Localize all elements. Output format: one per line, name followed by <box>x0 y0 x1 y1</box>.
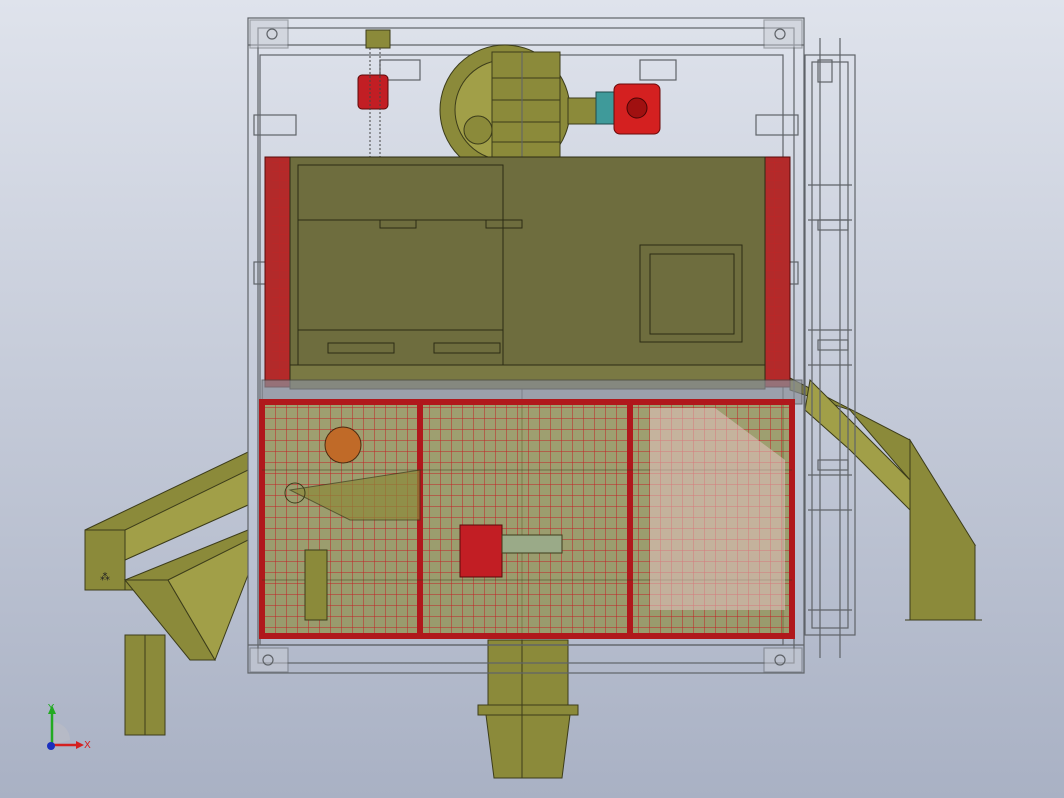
bottom-outlet-hopper <box>477 639 579 779</box>
svg-text:⁂: ⁂ <box>100 571 110 583</box>
main-housing <box>261 156 803 405</box>
axis-label-x: X <box>84 740 91 751</box>
cad-viewport[interactable]: ⁂ Y X <box>0 0 1064 798</box>
safety-mesh-guard <box>259 399 795 639</box>
axis-label-y: Y <box>47 703 55 714</box>
